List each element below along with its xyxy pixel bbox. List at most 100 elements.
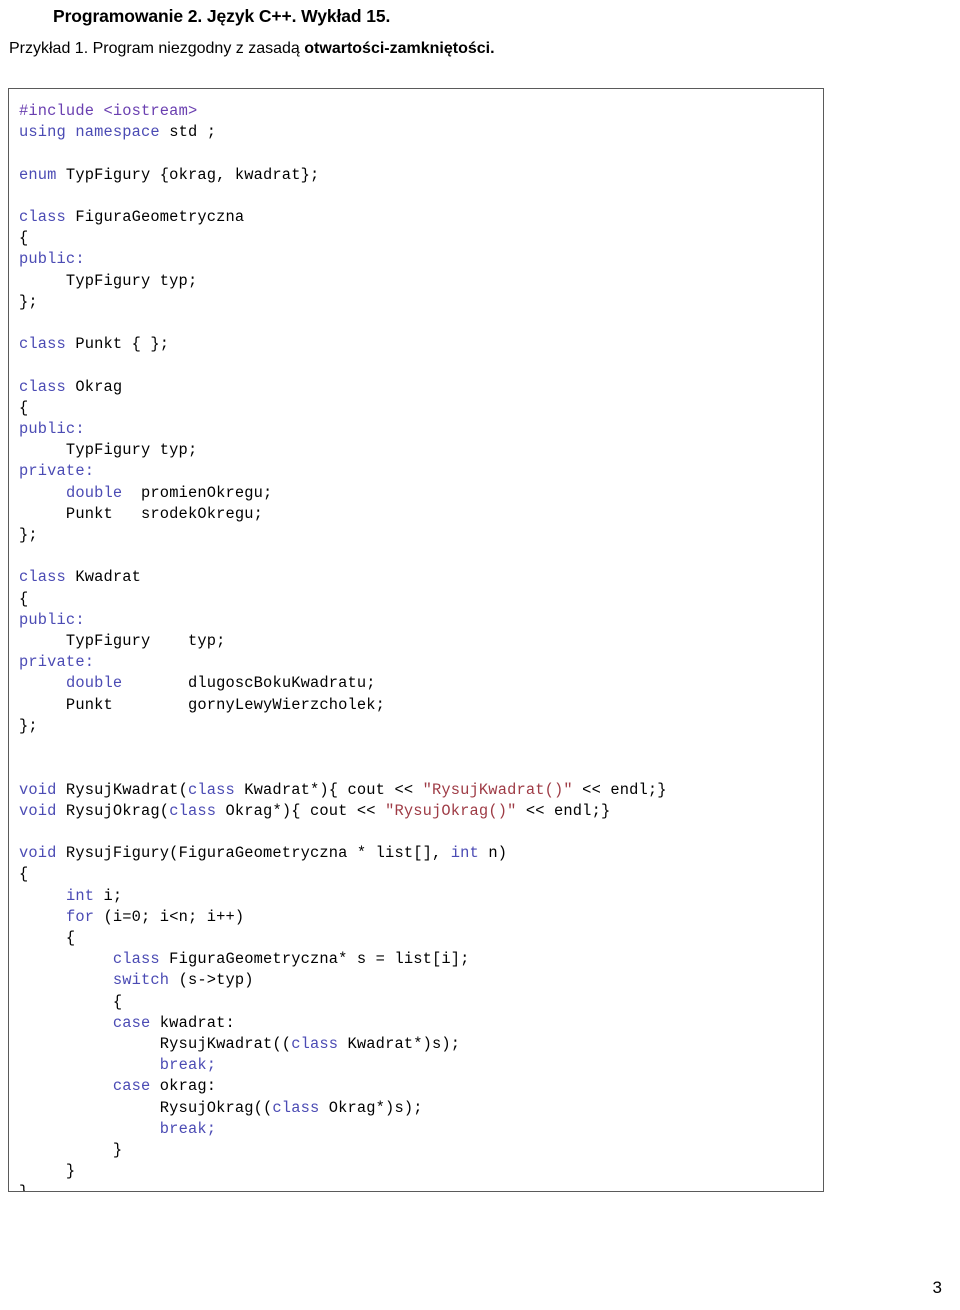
code-line: private: (19, 461, 823, 482)
code-token: private: (19, 653, 95, 672)
code-token: using (19, 123, 66, 142)
code-token: <iostream> (94, 102, 198, 120)
code-token: { (19, 229, 29, 248)
code-token: { (19, 589, 29, 608)
code-line: double promienOkregu; (19, 483, 823, 504)
code-token: Punkt srodekOkregu; (19, 504, 264, 523)
code-line: } (19, 1182, 823, 1191)
code-token: << endl;} (516, 801, 611, 820)
code-listing: #include <iostream> using namespace std ;… (19, 101, 823, 1191)
code-token: n) (478, 844, 508, 863)
code-line: public: (19, 610, 823, 631)
code-token: { (19, 865, 29, 884)
code-token: RysujOkrag(( (19, 1098, 273, 1117)
code-token: void (19, 801, 57, 820)
code-line: void RysujFigury(FiguraGeometryczna * li… (19, 843, 823, 864)
code-line: double dlugoscBokuKwadratu; (19, 673, 823, 694)
example-caption-emphasis: otwartości-zamkniętości. (304, 40, 495, 57)
code-token: Kwadrat*)s); (338, 1034, 461, 1053)
code-line: } (19, 1140, 823, 1161)
code-line: using namespace std ; (19, 122, 823, 143)
code-token: std ; (159, 123, 217, 142)
code-line: TypFigury typ; (19, 631, 823, 652)
code-token: double (65, 483, 123, 502)
code-line: private: (19, 652, 823, 673)
code-token: << endl;} (572, 780, 667, 799)
code-token: enum (19, 165, 57, 184)
code-token: double (65, 674, 123, 693)
code-line: { (19, 589, 823, 610)
code-token: "RysujKwadrat()" (422, 780, 573, 799)
code-token: } (19, 1183, 28, 1191)
code-token: dlugoscBokuKwadratu; (122, 674, 376, 693)
code-line: case okrag: (19, 1076, 823, 1097)
page-number: 3 (932, 1278, 942, 1297)
code-token: Okrag (65, 377, 123, 396)
code-line: Punkt gornyLewyWierzcholek; (19, 695, 823, 716)
document-page: Programowanie 2. Język C++. Wykład 15. P… (0, 0, 960, 1310)
code-token: class (291, 1034, 339, 1053)
code-token: class (187, 780, 235, 799)
code-token: } (19, 1140, 123, 1159)
code-line: RysujOkrag((class Okrag*)s); (19, 1098, 823, 1119)
code-line: class Kwadrat (19, 567, 823, 588)
code-line: }; (19, 716, 823, 737)
code-token: switch (112, 971, 170, 990)
code-line: switch (s->typ) (19, 970, 823, 991)
code-line: class FiguraGeometryczna* s = list[i]; (19, 949, 823, 970)
code-line: }; (19, 525, 823, 546)
code-token: }; (19, 716, 38, 735)
code-token: { (19, 398, 29, 417)
code-token: class (19, 335, 66, 354)
code-token: RysujKwadrat(( (19, 1034, 292, 1053)
code-line: { (19, 398, 823, 419)
code-token: kwadrat: (150, 1013, 235, 1032)
code-line: TypFigury typ; (19, 271, 823, 292)
code-token: class (19, 377, 66, 396)
code-token: #include (19, 102, 95, 120)
code-line: } (19, 1161, 823, 1182)
code-line: int i; (19, 886, 823, 907)
code-token: TypFigury typ; (19, 271, 198, 290)
code-token: case (112, 1077, 151, 1096)
code-token: (s->typ) (169, 971, 254, 990)
code-token: int (450, 844, 479, 863)
code-token: RysujOkrag( (56, 801, 170, 820)
code-line: Punkt srodekOkregu; (19, 504, 823, 525)
example-caption: Przykład 1. Program niezgodny z zasadą o… (9, 40, 495, 58)
code-listing-box: #include <iostream> using namespace std ;… (8, 88, 824, 1192)
code-token: public: (19, 420, 85, 439)
code-token: RysujKwadrat( (56, 780, 188, 799)
code-line: void RysujOkrag(class Okrag*){ cout << "… (19, 801, 823, 822)
code-line: for (i=0; i<n; i++) (19, 907, 823, 928)
code-token: i; (94, 886, 123, 905)
code-token: int (65, 886, 95, 905)
code-token: TypFigury {okrag, kwadrat}; (56, 165, 320, 184)
code-token: public: (19, 250, 85, 269)
code-line: void RysujKwadrat(class Kwadrat*){ cout … (19, 780, 823, 801)
code-line: TypFigury typ; (19, 440, 823, 461)
code-token: FiguraGeometryczna (65, 208, 245, 227)
code-token: class (169, 801, 217, 820)
code-token: Okrag*)s); (319, 1098, 423, 1117)
code-token: FiguraGeometryczna* s = list[i]; (159, 950, 470, 969)
code-token: class (112, 950, 160, 969)
code-token: break; (159, 1056, 217, 1075)
code-token: Punkt gornyLewyWierzcholek; (19, 695, 386, 714)
code-token: promienOkregu; (122, 483, 273, 502)
code-token: void (19, 780, 57, 799)
code-token: break; (159, 1119, 217, 1138)
code-token: private: (19, 462, 95, 481)
